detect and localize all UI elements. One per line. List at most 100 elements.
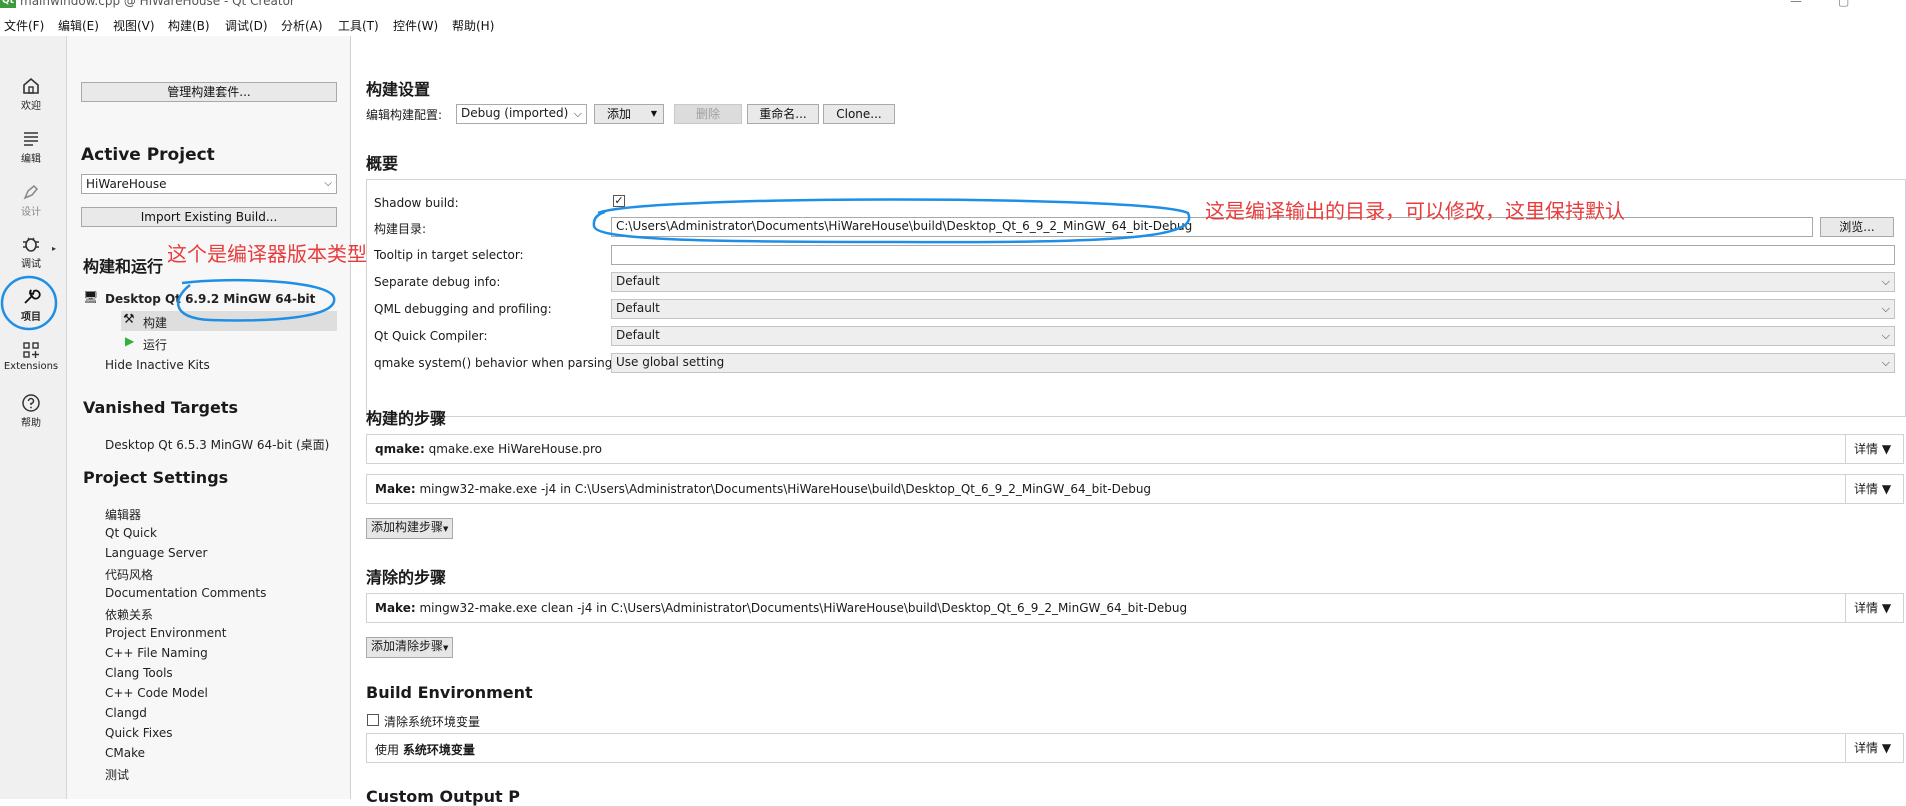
triangle-down-icon: ▼ xyxy=(1881,741,1892,755)
settings-item-testing[interactable]: 测试 xyxy=(105,766,129,783)
qt-quick-compiler-combo[interactable]: Default ⌵ xyxy=(611,326,1895,346)
edit-config-label: 编辑构建配置: xyxy=(366,108,443,122)
build-dir-label: 构建目录: xyxy=(374,222,427,236)
add-config-button[interactable]: 添加 ▼ xyxy=(594,104,664,124)
edit-lines-icon xyxy=(24,132,38,146)
active-project-combo[interactable]: HiWareHouse ⌵ xyxy=(81,174,337,194)
triangle-down-icon: ▼ xyxy=(1881,442,1892,456)
menu-view[interactable]: 视图(V) xyxy=(113,17,155,34)
clear-system-env-checkbox[interactable] xyxy=(367,714,379,726)
hammer-icon: ⚒ xyxy=(123,312,135,327)
settings-item-code-style[interactable]: 代码风格 xyxy=(105,566,153,583)
shadow-build-checkbox[interactable]: ✓ xyxy=(613,195,625,207)
build-step-qmake[interactable]: qmake: qmake.exe HiWareHouse.pro 详情 ▼ xyxy=(366,434,1904,464)
build-environment-header: Build Environment xyxy=(366,683,533,702)
settings-item-clang-tools[interactable]: Clang Tools xyxy=(105,666,173,680)
details-button[interactable]: 详情 ▼ xyxy=(1845,594,1903,622)
overview-header: 概要 xyxy=(366,154,399,173)
menu-debug[interactable]: 调试(D) xyxy=(225,17,268,34)
qt-quick-compiler-label: Qt Quick Compiler: xyxy=(374,329,488,343)
chevron-down-icon: ⌵ xyxy=(324,178,332,189)
mode-edit[interactable]: 编辑 xyxy=(0,129,62,165)
build-settings-panel: 构建设置 编辑构建配置: Debug (imported) ⌵ 添加 ▼ 删除 重命… xyxy=(351,36,1906,806)
help-icon xyxy=(22,394,40,412)
mode-extensions[interactable]: Extensions xyxy=(0,340,62,372)
settings-item-doc-comments[interactable]: Documentation Comments xyxy=(105,586,266,600)
manage-kits-button[interactable]: 管理构建套件... xyxy=(81,82,337,102)
settings-item-cmake[interactable]: CMake xyxy=(105,746,145,760)
project-nav-panel: 管理构建套件... Active Project HiWareHouse ⌵ Im… xyxy=(67,36,351,799)
settings-item-project-env[interactable]: Project Environment xyxy=(105,626,227,640)
qmake-system-behavior-label: qmake system() behavior when parsing: xyxy=(374,356,617,370)
rename-config-button[interactable]: 重命名... xyxy=(747,104,819,124)
chevron-down-icon: ⌵ xyxy=(1881,356,1890,369)
settings-item-dependencies[interactable]: 依赖关系 xyxy=(105,606,153,623)
menu-build[interactable]: 构建(B) xyxy=(168,17,210,34)
details-button[interactable]: 详情 ▼ xyxy=(1845,475,1903,503)
settings-item-editor[interactable]: 编辑器 xyxy=(105,506,141,523)
vanished-targets-header: Vanished Targets xyxy=(83,398,238,417)
separate-debug-info-combo[interactable]: Default ⌵ xyxy=(611,272,1895,292)
design-pen-icon xyxy=(23,184,39,200)
kit-run-item[interactable]: ▶ 运行 xyxy=(121,333,337,353)
shadow-build-label: Shadow build: xyxy=(374,196,459,210)
mode-bar: 欢迎 编辑 设计 调试 ▸ 项目 Extensions 帮助 xyxy=(0,36,67,799)
dropdown-arrow-icon: ▼ xyxy=(443,525,449,533)
mode-welcome[interactable]: 欢迎 xyxy=(0,76,62,112)
kit-item[interactable]: Desktop Qt 6.9.2 MinGW 64-bit xyxy=(105,292,315,306)
menu-file[interactable]: 文件(F) xyxy=(4,17,44,34)
delete-config-button[interactable]: 删除 xyxy=(674,104,742,124)
env-summary-row: 使用 系统环境变量 详情 ▼ xyxy=(366,733,1904,763)
debug-expand-icon[interactable]: ▸ xyxy=(52,244,56,253)
settings-item-language-server[interactable]: Language Server xyxy=(105,546,207,560)
menu-tools[interactable]: 工具(T) xyxy=(338,17,379,34)
maximize-icon[interactable]: ▢ xyxy=(1838,0,1849,8)
settings-item-cpp-file-naming[interactable]: C++ File Naming xyxy=(105,646,208,660)
menu-controls[interactable]: 控件(W) xyxy=(393,17,438,34)
details-button[interactable]: 详情 ▼ xyxy=(1845,435,1903,463)
custom-output-header: Custom Output P xyxy=(366,787,520,806)
settings-item-quick-fixes[interactable]: Quick Fixes xyxy=(105,726,172,740)
chevron-down-icon: ⌵ xyxy=(573,107,582,120)
mode-design[interactable]: 设计 xyxy=(0,182,62,218)
minimize-icon[interactable]: — xyxy=(1790,0,1802,8)
import-existing-build-button[interactable]: Import Existing Build... xyxy=(81,207,337,227)
hide-inactive-kits[interactable]: Hide Inactive Kits xyxy=(105,358,210,372)
tooltip-input[interactable] xyxy=(611,245,1895,265)
qmake-system-behavior-combo[interactable]: Use global setting ⌵ xyxy=(611,353,1895,373)
build-step-make[interactable]: Make: mingw32-make.exe -j4 in C:\Users\A… xyxy=(366,474,1904,504)
dropdown-arrow-icon: ▼ xyxy=(650,109,657,118)
window-title: mainwindow.cpp @ HiWareHouse - Qt Creato… xyxy=(20,0,295,8)
compiler-annotation: 这个是编译器版本类型 xyxy=(167,242,367,266)
chevron-down-icon: ⌵ xyxy=(1881,275,1890,288)
add-clean-step-button[interactable]: 添加清除步骤▼ xyxy=(366,637,454,658)
bug-icon xyxy=(23,237,39,252)
add-build-step-button[interactable]: 添加构建步骤▼ xyxy=(366,518,454,539)
menu-edit[interactable]: 编辑(E) xyxy=(58,17,99,34)
build-config-combo[interactable]: Debug (imported) ⌵ xyxy=(456,104,587,124)
clone-config-button[interactable]: Clone... xyxy=(823,104,895,124)
settings-item-cpp-code-model[interactable]: C++ Code Model xyxy=(105,686,208,700)
active-project-header: Active Project xyxy=(81,145,215,165)
menu-analyze[interactable]: 分析(A) xyxy=(281,17,323,34)
chevron-down-icon: ⌵ xyxy=(1881,329,1890,342)
clean-step-make[interactable]: Make: mingw32-make.exe clean -j4 in C:\U… xyxy=(366,593,1904,623)
settings-item-qt-quick[interactable]: Qt Quick xyxy=(105,526,157,540)
qml-debugging-combo[interactable]: Default ⌵ xyxy=(611,299,1895,319)
settings-item-clangd[interactable]: Clangd xyxy=(105,706,147,720)
title-bar: Qt mainwindow.cpp @ HiWareHouse - Qt Cre… xyxy=(0,0,1906,14)
details-button[interactable]: 详情 ▼ xyxy=(1845,734,1903,762)
qt-app-icon: Qt xyxy=(0,0,16,8)
menu-help[interactable]: 帮助(H) xyxy=(452,17,494,34)
browse-button[interactable]: 浏览... xyxy=(1820,217,1894,237)
triangle-down-icon: ▼ xyxy=(1881,482,1892,496)
vanished-target-item[interactable]: Desktop Qt 6.5.3 MinGW 64-bit (桌面) xyxy=(105,436,329,453)
kit-build-item[interactable]: ⚒ 构建 xyxy=(121,311,337,331)
output-dir-annotation: 这是编译输出的目录，可以修改，这里保持默认 xyxy=(1205,199,1625,223)
qml-debugging-label: QML debugging and profiling: xyxy=(374,302,552,316)
overview-groupbox xyxy=(366,179,1906,417)
mode-projects[interactable]: 项目 xyxy=(0,287,62,323)
mode-help[interactable]: 帮助 xyxy=(0,393,62,429)
triangle-down-icon: ▼ xyxy=(1881,601,1892,615)
build-run-header: 构建和运行 xyxy=(83,257,164,276)
